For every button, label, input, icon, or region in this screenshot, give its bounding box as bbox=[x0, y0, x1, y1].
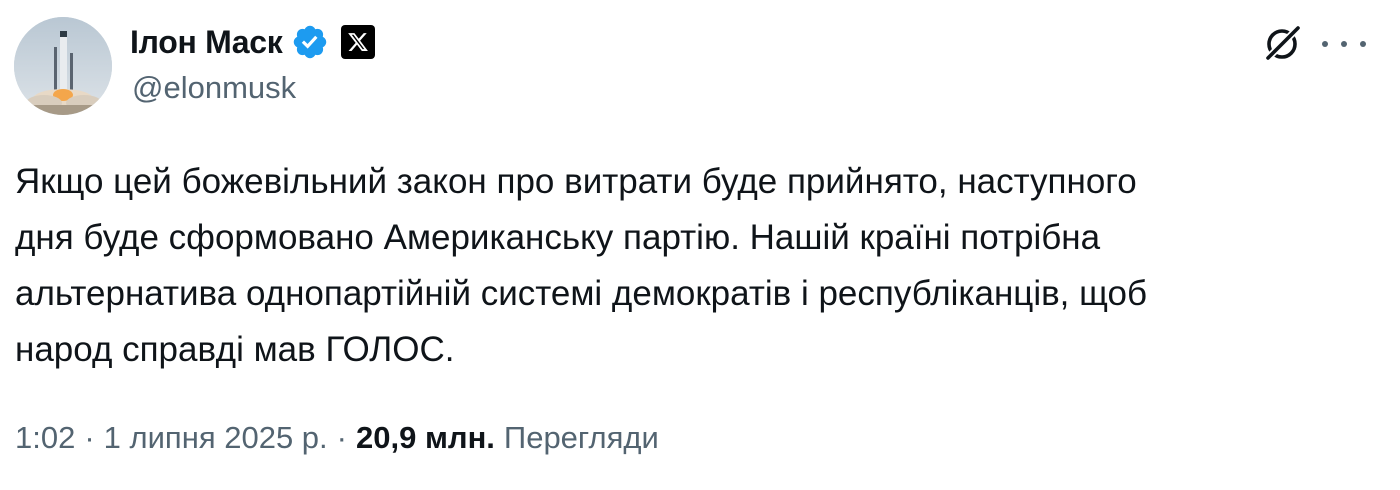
views-label[interactable]: Перегляди bbox=[504, 420, 659, 456]
dot-icon bbox=[1322, 41, 1328, 47]
avatar[interactable] bbox=[14, 17, 112, 115]
tweet-date[interactable]: 1 липня 2025 р. bbox=[104, 420, 328, 456]
grok-icon[interactable] bbox=[1260, 22, 1304, 66]
tweet-meta: 1:02 · 1 липня 2025 р. · 20,9 млн. Перег… bbox=[15, 420, 659, 456]
display-name[interactable]: Ілон Маск bbox=[130, 24, 283, 61]
tweet-time[interactable]: 1:02 bbox=[15, 420, 75, 456]
separator: · bbox=[336, 420, 347, 455]
separator: · bbox=[84, 420, 95, 455]
verified-badge-icon[interactable] bbox=[291, 23, 329, 61]
dot-icon bbox=[1341, 41, 1347, 47]
author-handle[interactable]: @elonmusk bbox=[132, 70, 296, 106]
dot-icon bbox=[1360, 41, 1366, 47]
author-name-row: Ілон Маск bbox=[130, 20, 375, 64]
tweet-card: Ілон Маск @elonmusk Якщо цей божевільний… bbox=[0, 0, 1400, 490]
more-icon[interactable] bbox=[1322, 26, 1366, 62]
x-logo-icon[interactable] bbox=[340, 25, 375, 59]
views-count: 20,9 млн. bbox=[356, 420, 495, 455]
rocket-launch-avatar bbox=[14, 17, 112, 115]
tweet-text: Якщо цей божевільний закон про витрати б… bbox=[15, 162, 1148, 369]
